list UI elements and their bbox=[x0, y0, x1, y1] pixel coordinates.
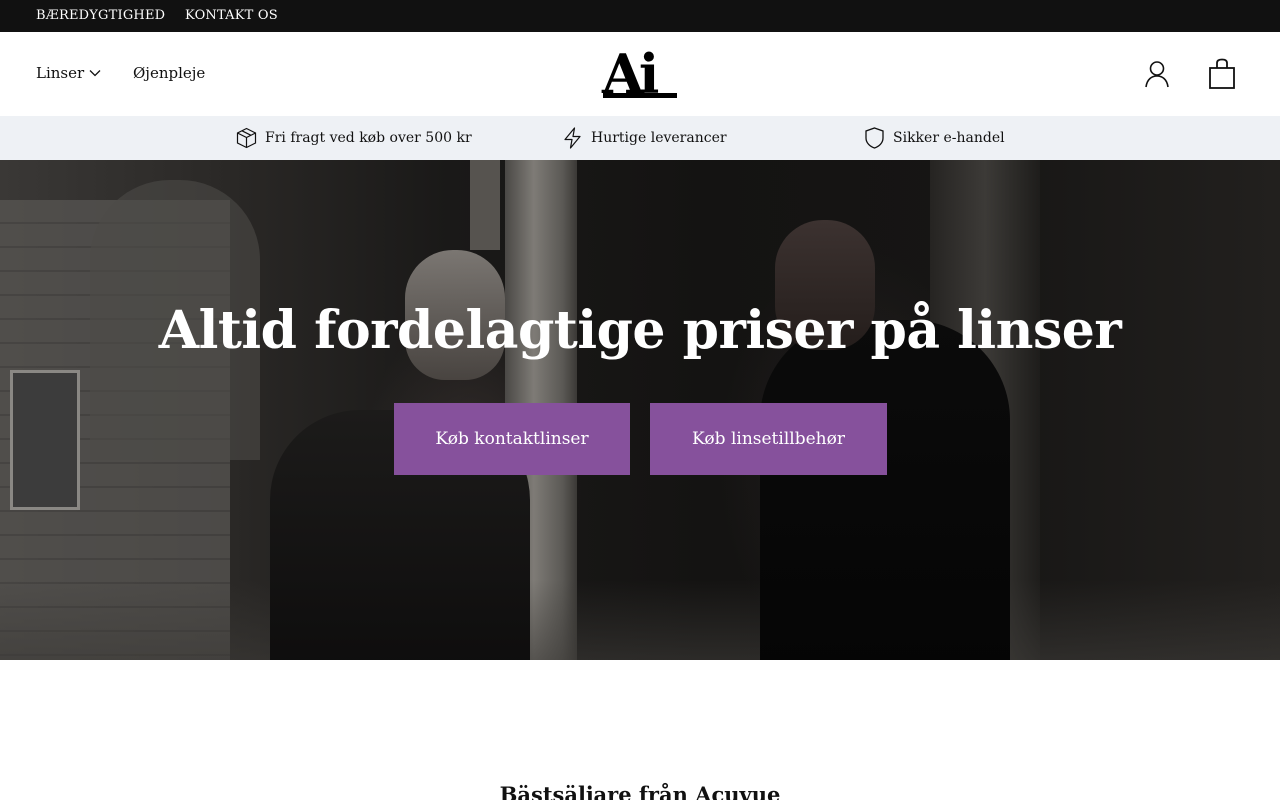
usp-fast-delivery: Hurtige leverancer bbox=[562, 127, 727, 149]
logo-text: Ai bbox=[602, 42, 659, 106]
usp-secure-shopping: Sikker e-handel bbox=[864, 127, 1005, 149]
shopping-bag-icon[interactable] bbox=[1208, 58, 1236, 90]
chevron-down-icon bbox=[89, 70, 101, 77]
nav-ojenpleje[interactable]: Øjenpleje bbox=[133, 64, 205, 82]
usp-free-shipping: Fri fragt ved køb over 500 kr bbox=[236, 127, 472, 149]
link-kontakt-os[interactable]: KONTAKT OS bbox=[185, 8, 278, 23]
hero-person-right bbox=[760, 320, 1010, 660]
hero-background-column bbox=[470, 160, 500, 250]
nav-linser-dropdown[interactable]: Linser bbox=[36, 64, 101, 82]
usp-bar: Fri fragt ved køb over 500 kr Hurtige le… bbox=[0, 116, 1280, 160]
shield-icon bbox=[865, 127, 884, 149]
usp-fast-delivery-label: Hurtige leverancer bbox=[591, 130, 727, 146]
link-baeredygtighed[interactable]: BÆREDYGTIGHED bbox=[36, 8, 165, 23]
logo-underline bbox=[603, 93, 677, 98]
shop-lens-accessories-button[interactable]: Køb linsetillbehør bbox=[650, 403, 887, 475]
package-icon bbox=[236, 127, 257, 149]
top-utility-bar: BÆREDYGTIGHED KONTAKT OS bbox=[0, 0, 1280, 32]
lightning-icon bbox=[564, 127, 581, 149]
hero-background-window bbox=[10, 370, 80, 510]
hero-background-floor bbox=[0, 580, 1280, 660]
usp-free-shipping-label: Fri fragt ved køb over 500 kr bbox=[265, 130, 472, 146]
hero-title: Altid fordelagtige priser på linser bbox=[158, 300, 1122, 361]
bestsellers-title: Bästsäljare från Acuvue bbox=[499, 782, 781, 800]
hero-banner: Altid fordelagtige priser på linser Køb … bbox=[0, 160, 1280, 660]
nav-linser-label: Linser bbox=[36, 64, 85, 82]
shop-contact-lenses-button[interactable]: Køb kontaktlinser bbox=[394, 403, 630, 475]
nav-ojenpleje-label: Øjenpleje bbox=[133, 64, 206, 82]
usp-secure-shopping-label: Sikker e-handel bbox=[893, 130, 1005, 146]
user-icon[interactable] bbox=[1144, 60, 1170, 88]
site-logo[interactable]: Ai bbox=[602, 42, 678, 106]
site-header: Linser Øjenpleje Ai bbox=[0, 32, 1280, 116]
